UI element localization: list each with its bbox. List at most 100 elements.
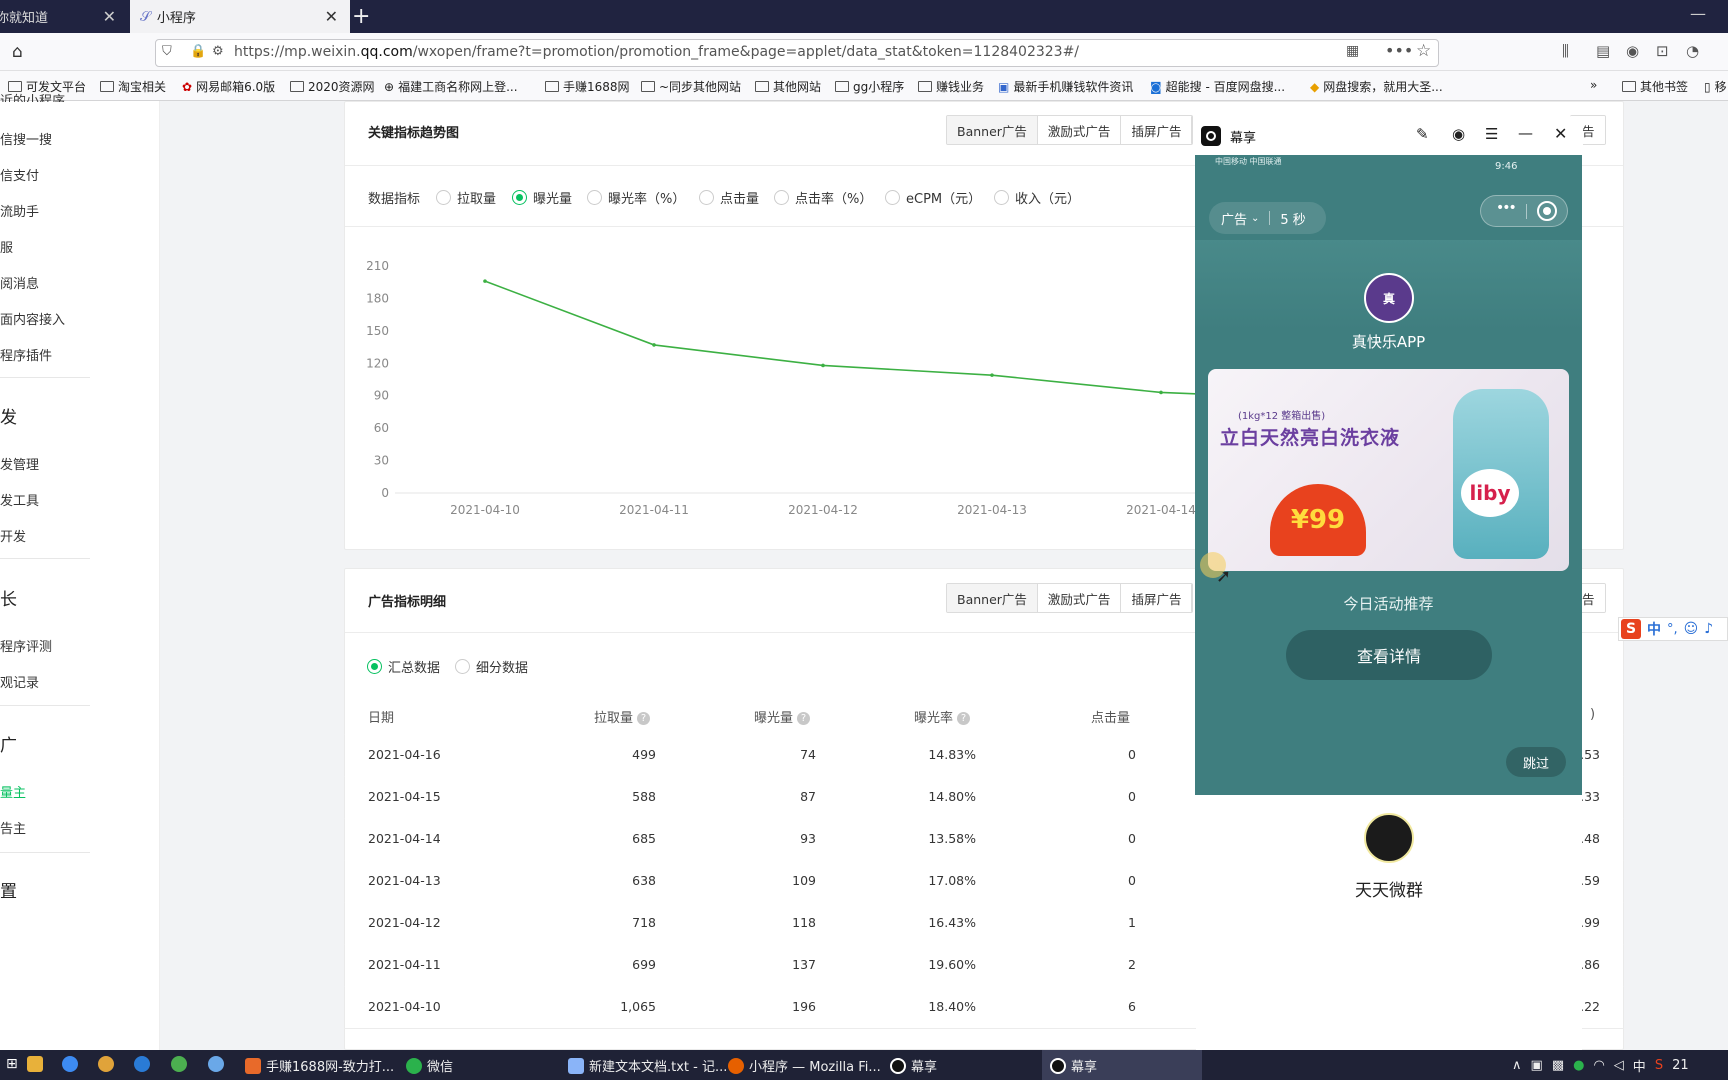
sidebar-item-plugin[interactable]: 程序插件: [0, 345, 52, 364]
volume-icon[interactable]: ◁: [1614, 1058, 1624, 1073]
radio-icon[interactable]: [455, 659, 470, 674]
chevron-double-icon[interactable]: »: [1590, 78, 1597, 92]
close-icon[interactable]: ✕: [325, 7, 338, 26]
record-icon[interactable]: ◉: [1452, 125, 1465, 143]
tab-current[interactable]: 𝒮 小程序 ✕: [130, 0, 350, 33]
sidebar-item-service[interactable]: 服: [0, 237, 13, 256]
bookmark-item[interactable]: ◆ 网盘搜索，就用大圣...: [1310, 78, 1443, 95]
tray-icon[interactable]: ▩: [1552, 1058, 1564, 1073]
skip-button[interactable]: 跳过: [1506, 747, 1566, 777]
bookmark-item[interactable]: ▯ 移: [1704, 78, 1727, 95]
menu-icon[interactable]: ☰: [1485, 125, 1498, 143]
ad-banner-image[interactable]: (1kg*12 整箱出售) 立白天然亮白洗衣液 ¥99 liby: [1208, 369, 1569, 571]
wifi-icon[interactable]: ◠: [1593, 1058, 1604, 1073]
metric-ctr[interactable]: 点击率（%）: [774, 188, 872, 207]
sidebar-item-pay[interactable]: 信支付: [0, 165, 39, 184]
new-tab-button[interactable]: +: [352, 4, 370, 29]
radio-icon[interactable]: [774, 190, 789, 205]
punctuation-icon[interactable]: °,: [1667, 622, 1678, 637]
radio-icon[interactable]: [436, 190, 451, 205]
taskbar-item-muxiang[interactable]: 幕享: [890, 1056, 937, 1075]
chevron-up-icon[interactable]: ∧: [1512, 1058, 1522, 1073]
metric-exposure-rate[interactable]: 曝光率（%）: [587, 188, 685, 207]
radio-icon[interactable]: [587, 190, 602, 205]
metric-income[interactable]: 收入（元）: [994, 188, 1080, 207]
library-icon[interactable]: ⫼: [1562, 42, 1569, 60]
sidebar-item-evaluation[interactable]: 程序评测: [0, 636, 52, 655]
sidebar-item-advertiser[interactable]: 告主: [0, 818, 26, 837]
sidebar-item-dev-tools[interactable]: 发工具: [0, 490, 39, 509]
shield-icon[interactable]: ⛉: [162, 44, 172, 59]
permissions-icon[interactable]: ⚙: [212, 44, 224, 59]
tab-prev[interactable]: 你就知道 ✕: [0, 0, 128, 33]
taskbar-item-firefox[interactable]: 小程序 — Mozilla Fi...: [728, 1056, 881, 1075]
bookmark-item[interactable]: 2020资源网: [290, 78, 375, 95]
sogou-icon[interactable]: S: [1621, 619, 1641, 639]
url-text[interactable]: https://mp.weixin.qq.com/wxopen/frame?t=…: [234, 44, 1079, 60]
chrome-icon[interactable]: [98, 1056, 114, 1072]
tab-banner-ad[interactable]: Banner广告: [947, 116, 1038, 144]
close-icon[interactable]: ✕: [1554, 124, 1567, 143]
other-bookmarks[interactable]: 其他书签: [1622, 78, 1688, 95]
help-icon[interactable]: ?: [637, 712, 651, 725]
explorer-icon[interactable]: [27, 1056, 43, 1072]
wechat-tray-icon[interactable]: ●: [1573, 1058, 1584, 1073]
more-actions-icon[interactable]: •••: [1385, 41, 1413, 60]
account-icon[interactable]: ◉: [1626, 42, 1639, 60]
bookmark-item[interactable]: ⊕ 福建工商名称网上登...: [384, 78, 518, 95]
minimize-icon[interactable]: —: [1690, 4, 1706, 23]
radio-icon[interactable]: [367, 659, 382, 674]
view-details-button[interactable]: 查看详情: [1286, 630, 1492, 680]
mic-icon[interactable]: ♪: [1704, 621, 1713, 637]
taskbar-item-muxiang-active[interactable]: 幕享: [1050, 1056, 1097, 1075]
taskbar-item-browser[interactable]: 手赚1688网-致力打...: [245, 1056, 394, 1075]
lock-icon[interactable]: 🔒: [190, 44, 206, 59]
tab-rewarded-ad[interactable]: 激励式广告: [1037, 584, 1122, 612]
minimize-icon[interactable]: —: [1518, 124, 1533, 142]
help-icon[interactable]: ?: [957, 712, 971, 725]
browser-icon[interactable]: [208, 1056, 224, 1072]
bookmark-item[interactable]: 其他网站: [755, 78, 821, 95]
bookmark-item[interactable]: ▣ 最新手机赚钱软件资讯: [998, 78, 1133, 95]
metric-pull[interactable]: 拉取量: [436, 188, 496, 207]
qq-browser-icon[interactable]: [134, 1056, 150, 1072]
qr-code-icon[interactable]: ▦: [1346, 43, 1359, 59]
radio-icon[interactable]: [512, 190, 527, 205]
close-icon[interactable]: ✕: [103, 7, 116, 26]
metric-ecpm[interactable]: eCPM（元）: [885, 188, 981, 207]
bookmark-item[interactable]: 淘宝相关: [100, 78, 166, 95]
sidebar-icon[interactable]: ▤: [1596, 42, 1610, 60]
tray-icon[interactable]: ▣: [1531, 1058, 1543, 1073]
metric-exposure[interactable]: 曝光量: [512, 188, 572, 207]
bookmark-item[interactable]: gg小程序: [835, 78, 904, 95]
windows-start-icon[interactable]: ⊞: [6, 1056, 18, 1072]
data-point[interactable]: [821, 363, 825, 368]
metric-clicks[interactable]: 点击量: [699, 188, 759, 207]
data-point[interactable]: [652, 343, 656, 347]
sidebar-item-dev-manage[interactable]: 发管理: [0, 454, 39, 473]
chat-icon[interactable]: ◔: [1686, 42, 1699, 60]
screenshot-icon[interactable]: ⊡: [1656, 42, 1669, 60]
tab-banner-ad[interactable]: Banner广告: [947, 584, 1038, 612]
data-point[interactable]: [990, 373, 994, 377]
data-point[interactable]: [483, 279, 487, 283]
sidebar-item-subscribe[interactable]: 阅消息: [0, 273, 39, 292]
sidebar-item-cloud-dev[interactable]: 开发: [0, 526, 26, 545]
tray-lang[interactable]: 中: [1633, 1056, 1646, 1075]
sidebar-item-search[interactable]: 信搜一搜: [0, 129, 52, 148]
bookmark-item[interactable]: 赚钱业务: [918, 78, 984, 95]
tab-interstitial-ad[interactable]: 插屏广告: [1121, 116, 1193, 144]
close-miniprogram-icon[interactable]: [1537, 201, 1557, 221]
clock[interactable]: 21: [1672, 1058, 1689, 1073]
data-point[interactable]: [1159, 390, 1163, 395]
bookmark-item[interactable]: ~同步其他网站: [641, 78, 741, 95]
chrome-icon[interactable]: [171, 1056, 187, 1072]
bookmark-item[interactable]: ✿ 网易邮箱6.0版: [182, 78, 275, 95]
more-icon[interactable]: •••: [1496, 200, 1517, 216]
sogou-tray-icon[interactable]: S: [1655, 1058, 1663, 1073]
taskbar-item-wechat[interactable]: 微信: [406, 1056, 453, 1075]
sidebar-item-recent[interactable]: 近的小程序: [0, 90, 65, 102]
tab-interstitial-ad[interactable]: 插屏广告: [1121, 584, 1193, 612]
star-icon[interactable]: ☆: [1416, 41, 1431, 61]
sidebar-item-review-log[interactable]: 观记录: [0, 672, 39, 691]
